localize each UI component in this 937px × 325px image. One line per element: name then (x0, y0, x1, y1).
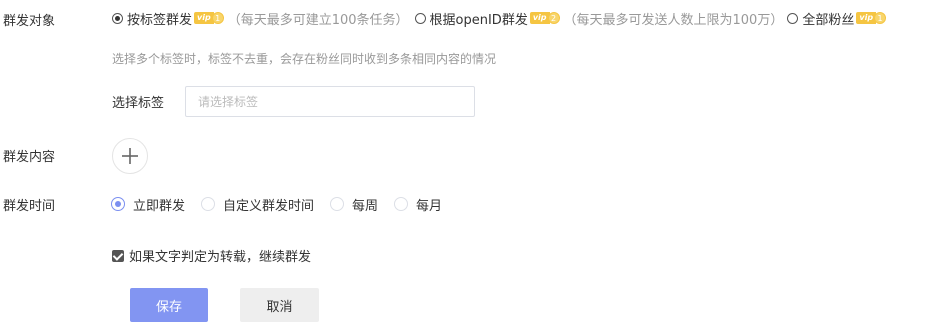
reprint-checkbox-row[interactable]: 如果文字判定为转载，继续群发 (112, 246, 311, 265)
time-option-custom[interactable]: 自定义群发时间 (201, 195, 314, 214)
target-label: 群发对象 (3, 14, 56, 29)
time-option-label: 自定义群发时间 (223, 198, 315, 214)
radio-by-openid[interactable] (414, 12, 426, 24)
target-option-label: 全部粉丝 (802, 12, 855, 28)
tag-select-label: 选择标签 (112, 96, 165, 111)
time-label: 群发时间 (3, 199, 56, 214)
radio-weekly[interactable] (330, 197, 345, 211)
add-content-button[interactable] (112, 138, 148, 174)
target-option-note: （每天最多可建立100条任务） (227, 12, 409, 28)
cancel-button[interactable]: 取消 (240, 288, 319, 322)
reprint-checkbox[interactable] (112, 249, 124, 262)
target-option-all-fans[interactable]: 全部粉丝 vip 1 (787, 9, 887, 28)
vip-badge-icon: vip 1 (194, 11, 224, 25)
vip-badge-icon: vip 1 (856, 11, 887, 25)
radio-custom[interactable] (201, 197, 216, 211)
vip-badge-icon: vip 2 (529, 11, 560, 25)
tag-select-input[interactable] (185, 86, 475, 117)
time-option-label: 立即群发 (133, 198, 186, 214)
plus-icon (122, 148, 138, 164)
target-option-label: 按标签群发 (127, 12, 193, 28)
radio-all-fans[interactable] (787, 12, 799, 24)
time-option-now[interactable]: 立即群发 (111, 195, 185, 214)
target-option-by-tag[interactable]: 按标签群发 vip 1 （每天最多可建立100条任务） (112, 9, 409, 28)
radio-by-tag[interactable] (112, 12, 123, 24)
target-hint: 选择多个标签时，标签不去重，会存在粉丝同时收到多条相同内容的情况 (112, 52, 497, 66)
radio-now[interactable] (111, 197, 125, 211)
time-option-weekly[interactable]: 每周 (330, 195, 378, 214)
reprint-label: 如果文字判定为转载，继续群发 (129, 250, 312, 265)
time-option-label: 每周 (352, 198, 379, 214)
target-options: 按标签群发 vip 1 （每天最多可建立100条任务） 根据openID群发 vi… (112, 8, 887, 28)
time-options: 立即群发 自定义群发时间 每周 每月 (111, 194, 458, 214)
time-option-monthly[interactable]: 每月 (394, 195, 442, 214)
radio-monthly[interactable] (394, 197, 409, 211)
mass-send-form: 群发对象 按标签群发 vip 1 （每天最多可建立100条任务） 根据openID… (0, 0, 937, 325)
target-option-note: （每天最多可发送人数上限为100万） (563, 12, 784, 28)
target-option-by-openid[interactable]: 根据openID群发 vip 2 （每天最多可发送人数上限为100万） (414, 9, 784, 28)
save-button[interactable]: 保存 (130, 288, 208, 322)
content-label: 群发内容 (3, 150, 56, 165)
target-option-label: 根据openID群发 (429, 12, 528, 28)
time-option-label: 每月 (416, 198, 443, 214)
